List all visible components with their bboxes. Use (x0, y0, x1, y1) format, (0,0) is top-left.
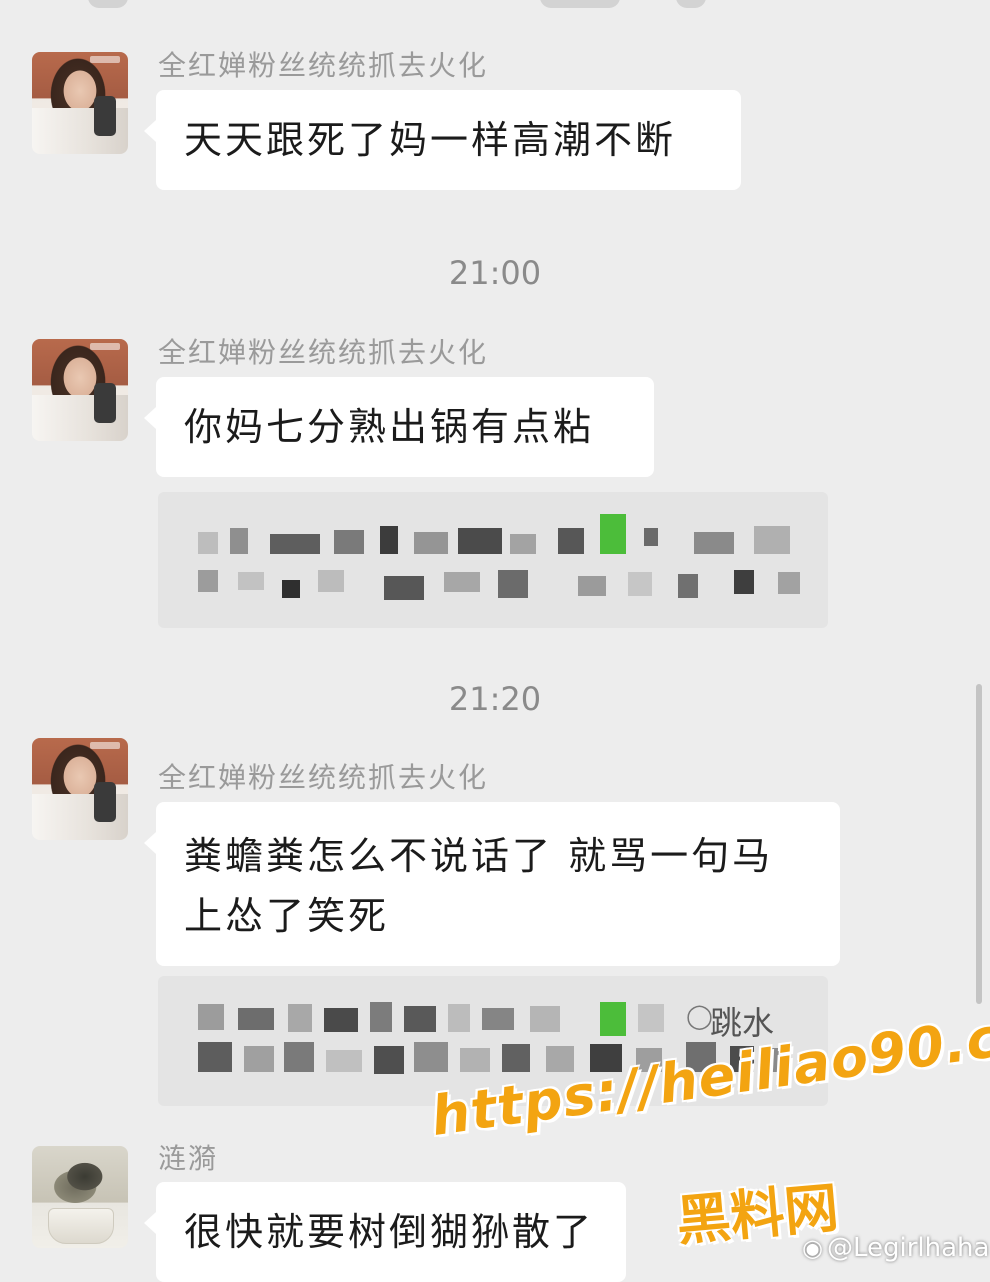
sender-avatar[interactable] (32, 52, 128, 154)
message-text: 天天跟死了妈一样高潮不断 (184, 118, 677, 162)
message-text: 很快就要树倒猢狲散了 (184, 1210, 595, 1254)
sender-name: 涟漪 (158, 1142, 219, 1175)
message-bubble[interactable]: 你妈七分熟出锅有点粘 (144, 377, 654, 477)
sender-avatar[interactable] (32, 1146, 128, 1248)
timestamp: 21:00 (448, 254, 542, 292)
previous-message-fragment (0, 0, 990, 14)
weibo-watermark: ◉ @Legirlhaha (802, 1233, 989, 1263)
sender-name: 全红婵粉丝统统抓去火化 (158, 49, 489, 82)
sender-name: 全红婵粉丝统统抓去火化 (158, 761, 489, 794)
weibo-icon: ◉ (802, 1234, 823, 1262)
video-icon: ◯ (686, 1002, 713, 1030)
sender-avatar[interactable] (32, 339, 128, 441)
message-bubble[interactable]: 粪蟾粪怎么不说话了 就骂一句马 上怂了笑死 (144, 802, 840, 966)
message-bubble[interactable]: 天天跟死了妈一样高潮不断 (144, 90, 741, 190)
message-text: 你妈七分熟出锅有点粘 (184, 405, 595, 449)
sender-name: 全红婵粉丝统统抓去火化 (158, 336, 489, 369)
message-bubble[interactable]: 很快就要树倒猢狲散了 (144, 1182, 626, 1282)
scrollbar[interactable] (976, 684, 982, 1004)
sender-avatar[interactable] (32, 738, 128, 840)
message-text-line: 粪蟾粪怎么不说话了 就骂一句马 (184, 834, 774, 878)
timestamp: 21:20 (448, 680, 542, 718)
pixelated-quote-block[interactable] (158, 492, 828, 628)
message-text-line: 上怂了笑死 (184, 894, 390, 938)
weibo-handle: @Legirlhaha (826, 1233, 990, 1263)
